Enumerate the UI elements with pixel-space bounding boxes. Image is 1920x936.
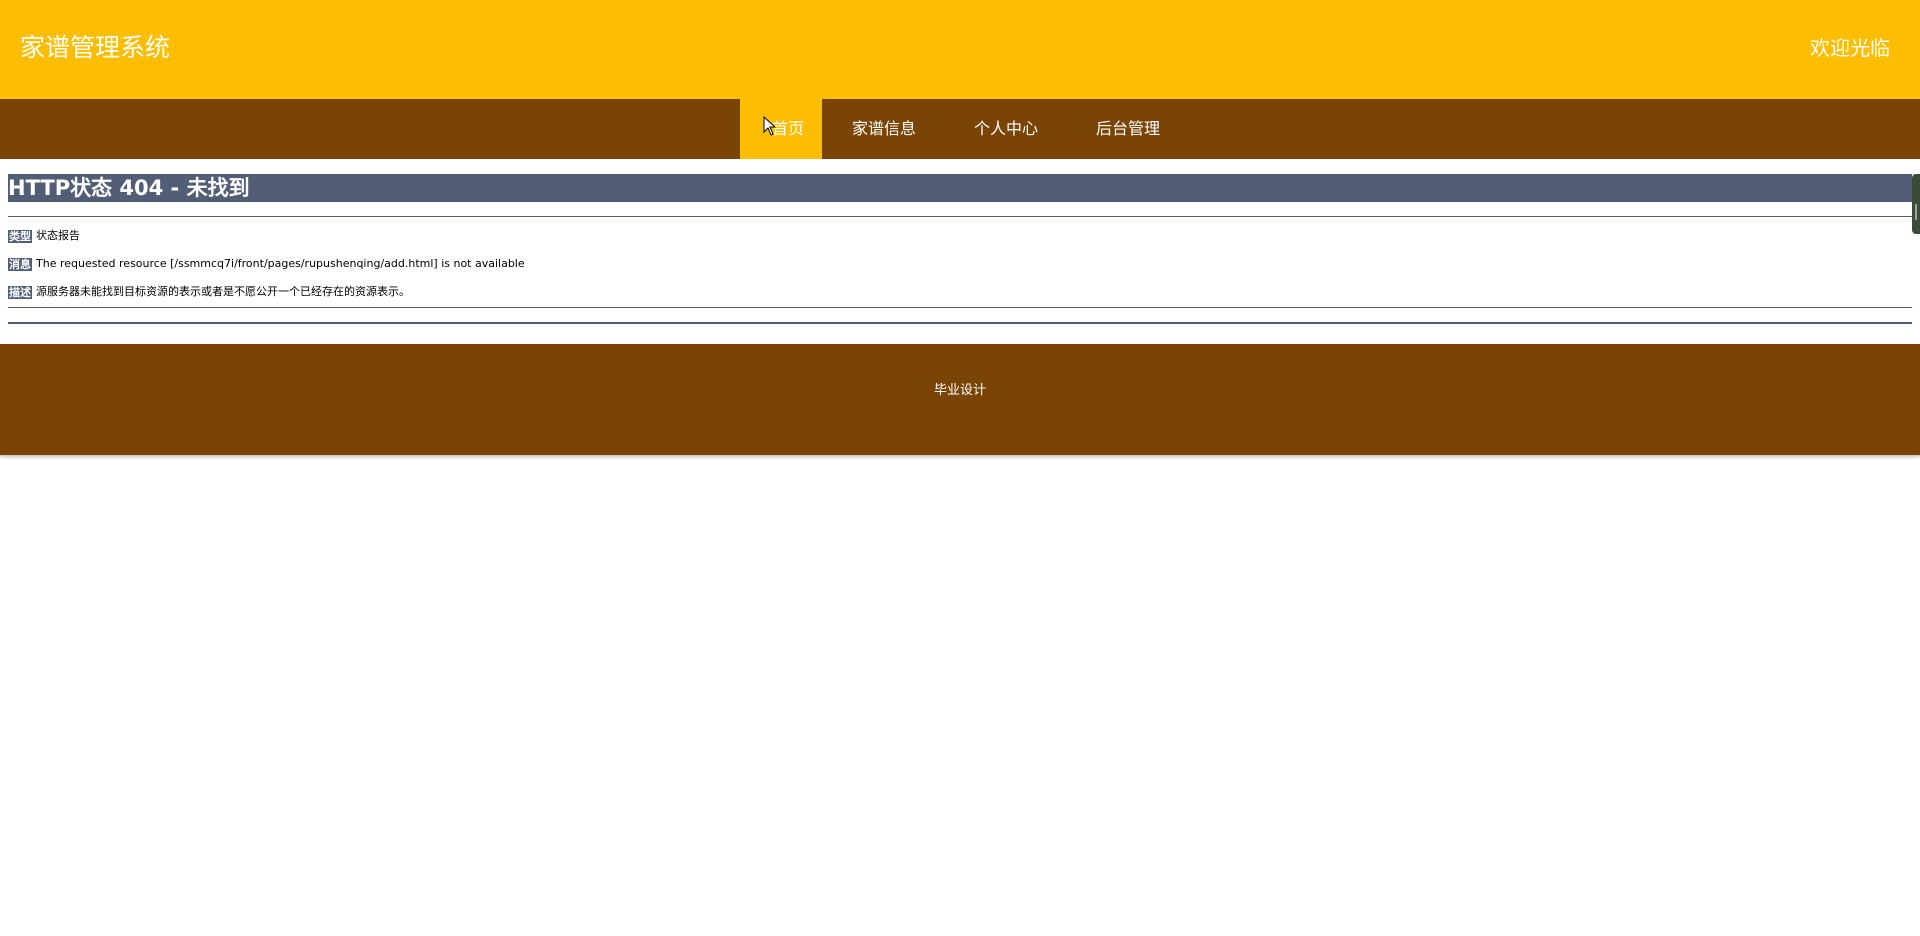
scroll-grip — [1915, 204, 1917, 220]
divider — [8, 216, 1912, 217]
scroll-handle-icon[interactable] — [1912, 174, 1920, 234]
divider — [8, 307, 1912, 308]
error-report: HTTP状态 404 - 未找到 类型 状态报告 消息 The requeste… — [8, 174, 1912, 324]
site-title[interactable]: 家谱管理系统 — [20, 33, 170, 63]
error-type-value: 状态报告 — [36, 229, 80, 242]
error-type-line: 类型 状态报告 — [8, 229, 1912, 243]
mouse-pointer-icon — [763, 116, 777, 136]
error-description-line: 描述 源服务器未能找到目标资源的表示或者是不愿公开一个已经存在的资源表示。 — [8, 285, 1912, 299]
welcome-text: 欢迎光临 — [1810, 36, 1890, 60]
error-title: HTTP状态 404 - 未找到 — [8, 174, 1912, 202]
error-message-value: The requested resource [/ssmmcq7i/front/… — [36, 257, 525, 270]
nav-item-personal-center[interactable]: 个人中心 — [945, 99, 1067, 159]
footer-text: 毕业设计 — [933, 383, 986, 398]
error-message-line: 消息 The requested resource [/ssmmcq7i/fro… — [8, 257, 1912, 271]
error-description-tag: 描述 — [8, 285, 32, 299]
nav-item-home[interactable]: 首页 — [740, 99, 822, 159]
navbar: 首页 家谱信息 个人中心 后台管理 — [0, 99, 1920, 159]
nav-item-family-tree-info[interactable]: 家谱信息 — [822, 99, 945, 159]
error-message-tag: 消息 — [8, 257, 32, 271]
divider — [8, 322, 1912, 324]
nav-list: 首页 家谱信息 个人中心 后台管理 — [740, 99, 1189, 159]
error-type-tag: 类型 — [8, 229, 32, 243]
nav-item-admin[interactable]: 后台管理 — [1067, 99, 1189, 159]
footer: 毕业设计 — [0, 344, 1920, 455]
header: 家谱管理系统 欢迎光临 — [0, 0, 1920, 99]
error-description-value: 源服务器未能找到目标资源的表示或者是不愿公开一个已经存在的资源表示。 — [36, 285, 410, 298]
